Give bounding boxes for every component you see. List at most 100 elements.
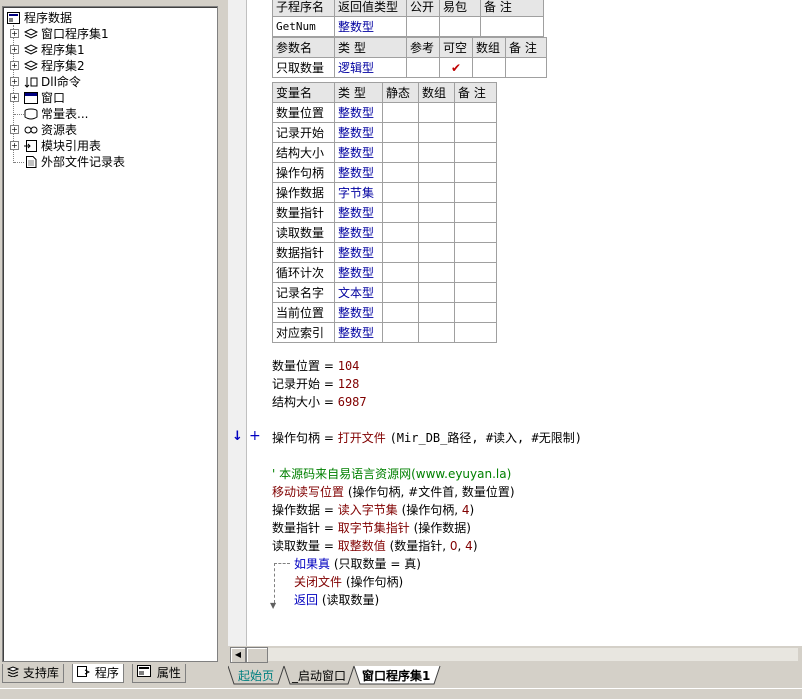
var-type-cell[interactable]: 文本型 bbox=[334, 282, 383, 303]
param-nullable-check[interactable]: ✔ bbox=[439, 57, 473, 78]
var-type-cell[interactable]: 整数型 bbox=[334, 122, 383, 143]
param-name-cell[interactable]: 只取数量 bbox=[272, 57, 335, 78]
code-line-2[interactable]: 记录开始 = 128 bbox=[272, 375, 359, 393]
var-name-cell[interactable]: 操作数据 bbox=[272, 182, 335, 203]
var-type-cell[interactable]: 整数型 bbox=[334, 242, 383, 263]
var-array-cell[interactable] bbox=[418, 162, 455, 183]
breakpoint-arrow-icon[interactable]: ↓ bbox=[232, 429, 243, 444]
var-array-cell[interactable] bbox=[418, 142, 455, 163]
table-row[interactable]: 读取数量 整数型 bbox=[272, 222, 497, 243]
table-row[interactable]: 循环计次 整数型 bbox=[272, 262, 497, 283]
var-static-cell[interactable] bbox=[382, 182, 419, 203]
param-remark-cell[interactable] bbox=[505, 57, 547, 78]
code-line-6[interactable]: 移动读写位置 (操作句柄, #文件首, 数量位置) bbox=[272, 483, 515, 501]
var-array-cell[interactable] bbox=[418, 262, 455, 283]
sub-name-cell[interactable]: GetNum bbox=[272, 16, 335, 37]
code-line-1[interactable]: 数量位置 = 104 bbox=[272, 357, 359, 375]
expand-toggle-icon[interactable]: + bbox=[10, 93, 19, 102]
code-comment[interactable]: ' 本源码来自易语言资源网(www.eyuyan.la) bbox=[272, 465, 511, 483]
var-static-cell[interactable] bbox=[382, 242, 419, 263]
param-ref-cell[interactable] bbox=[406, 57, 440, 78]
var-array-cell[interactable] bbox=[418, 242, 455, 263]
var-name-cell[interactable]: 读取数量 bbox=[272, 222, 335, 243]
var-remark-cell[interactable] bbox=[454, 142, 497, 163]
var-static-cell[interactable] bbox=[382, 202, 419, 223]
expand-toggle-icon[interactable]: + bbox=[10, 141, 19, 150]
table-row[interactable]: 记录名字 文本型 bbox=[272, 282, 497, 303]
var-static-cell[interactable] bbox=[382, 282, 419, 303]
var-static-cell[interactable] bbox=[382, 222, 419, 243]
var-type-cell[interactable]: 整数型 bbox=[334, 202, 383, 223]
var-remark-cell[interactable] bbox=[454, 182, 497, 203]
table-row[interactable]: 操作数据 字节集 bbox=[272, 182, 497, 203]
var-name-cell[interactable]: 数量指针 bbox=[272, 202, 335, 223]
var-name-cell[interactable]: 循环计次 bbox=[272, 262, 335, 283]
tab-startup-window[interactable]: _启动窗口 bbox=[292, 667, 346, 684]
easy-pack-cell[interactable] bbox=[439, 16, 481, 37]
code-line-9[interactable]: 读取数量 = 取整数值 (数量指针, 0, 4) bbox=[272, 537, 478, 555]
var-type-cell[interactable]: 整数型 bbox=[334, 302, 383, 323]
var-static-cell[interactable] bbox=[382, 102, 419, 123]
var-remark-cell[interactable] bbox=[454, 302, 497, 323]
code-line-11[interactable]: 关闭文件 (操作句柄) bbox=[294, 573, 403, 591]
remark-cell[interactable] bbox=[480, 16, 544, 37]
code-line-7[interactable]: 操作数据 = 读入字节集 (操作句柄, 4) bbox=[272, 501, 474, 519]
table-row[interactable]: 只取数量 逻辑型 ✔ bbox=[272, 57, 547, 78]
public-cell[interactable] bbox=[406, 16, 440, 37]
table-row[interactable]: 结构大小 整数型 bbox=[272, 142, 497, 163]
var-remark-cell[interactable] bbox=[454, 282, 497, 303]
param-array-cell[interactable] bbox=[472, 57, 506, 78]
table-row[interactable]: 操作句柄 整数型 bbox=[272, 162, 497, 183]
expand-toggle-icon[interactable]: + bbox=[10, 61, 19, 70]
tab-window-module-1[interactable]: 窗口程序集1 bbox=[362, 667, 430, 684]
var-type-cell[interactable]: 整数型 bbox=[334, 322, 383, 343]
table-row[interactable]: 当前位置 整数型 bbox=[272, 302, 497, 323]
tab-properties[interactable]: 属性 bbox=[132, 664, 186, 683]
var-name-cell[interactable]: 数据指针 bbox=[272, 242, 335, 263]
var-remark-cell[interactable] bbox=[454, 262, 497, 283]
table-row[interactable]: 对应索引 整数型 bbox=[272, 322, 497, 343]
var-static-cell[interactable] bbox=[382, 322, 419, 343]
var-static-cell[interactable] bbox=[382, 122, 419, 143]
var-remark-cell[interactable] bbox=[454, 102, 497, 123]
var-array-cell[interactable] bbox=[418, 182, 455, 203]
var-remark-cell[interactable] bbox=[454, 162, 497, 183]
return-type-cell[interactable]: 整数型 bbox=[334, 16, 407, 37]
var-type-cell[interactable]: 整数型 bbox=[334, 142, 383, 163]
var-name-cell[interactable]: 记录开始 bbox=[272, 122, 335, 143]
param-type-cell[interactable]: 逻辑型 bbox=[334, 57, 407, 78]
tab-program[interactable]: 程序 bbox=[72, 664, 124, 683]
var-name-cell[interactable]: 记录名字 bbox=[272, 282, 335, 303]
var-remark-cell[interactable] bbox=[454, 222, 497, 243]
var-static-cell[interactable] bbox=[382, 302, 419, 323]
expand-toggle-icon[interactable]: + bbox=[10, 29, 19, 38]
project-tree[interactable]: 程序数据 + 窗口程序集1 + 程序集1 + 程序集2 + Dll命令 + 窗口 常量表... + 资源… bbox=[2, 6, 218, 662]
table-row[interactable]: 记录开始 整数型 bbox=[272, 122, 497, 143]
var-type-cell[interactable]: 整数型 bbox=[334, 162, 383, 183]
var-type-cell[interactable]: 字节集 bbox=[334, 182, 383, 203]
var-array-cell[interactable] bbox=[418, 222, 455, 243]
var-array-cell[interactable] bbox=[418, 202, 455, 223]
expand-toggle-icon[interactable]: + bbox=[10, 77, 19, 86]
var-array-cell[interactable] bbox=[418, 282, 455, 303]
var-array-cell[interactable] bbox=[418, 102, 455, 123]
var-remark-cell[interactable] bbox=[454, 242, 497, 263]
scroll-left-icon[interactable]: ◀ bbox=[230, 647, 246, 663]
var-array-cell[interactable] bbox=[418, 322, 455, 343]
code-editor[interactable]: 子程序名 返回值类型 公开 易包 备 注 GetNum 整数型 参数名 类 型 … bbox=[228, 0, 802, 646]
var-name-cell[interactable]: 当前位置 bbox=[272, 302, 335, 323]
var-remark-cell[interactable] bbox=[454, 322, 497, 343]
code-line-12[interactable]: 返回 (读取数量) bbox=[294, 591, 379, 609]
var-type-cell[interactable]: 整数型 bbox=[334, 222, 383, 243]
var-name-cell[interactable]: 对应索引 bbox=[272, 322, 335, 343]
var-remark-cell[interactable] bbox=[454, 202, 497, 223]
var-array-cell[interactable] bbox=[418, 122, 455, 143]
var-static-cell[interactable] bbox=[382, 142, 419, 163]
tab-support-library[interactable]: 支持库 bbox=[2, 664, 64, 683]
table-row[interactable]: 数据指针 整数型 bbox=[272, 242, 497, 263]
var-name-cell[interactable]: 操作句柄 bbox=[272, 162, 335, 183]
var-name-cell[interactable]: 数量位置 bbox=[272, 102, 335, 123]
table-row[interactable]: 数量指针 整数型 bbox=[272, 202, 497, 223]
expand-plus-icon[interactable]: + bbox=[249, 428, 261, 444]
table-row[interactable]: 数量位置 整数型 bbox=[272, 102, 497, 123]
